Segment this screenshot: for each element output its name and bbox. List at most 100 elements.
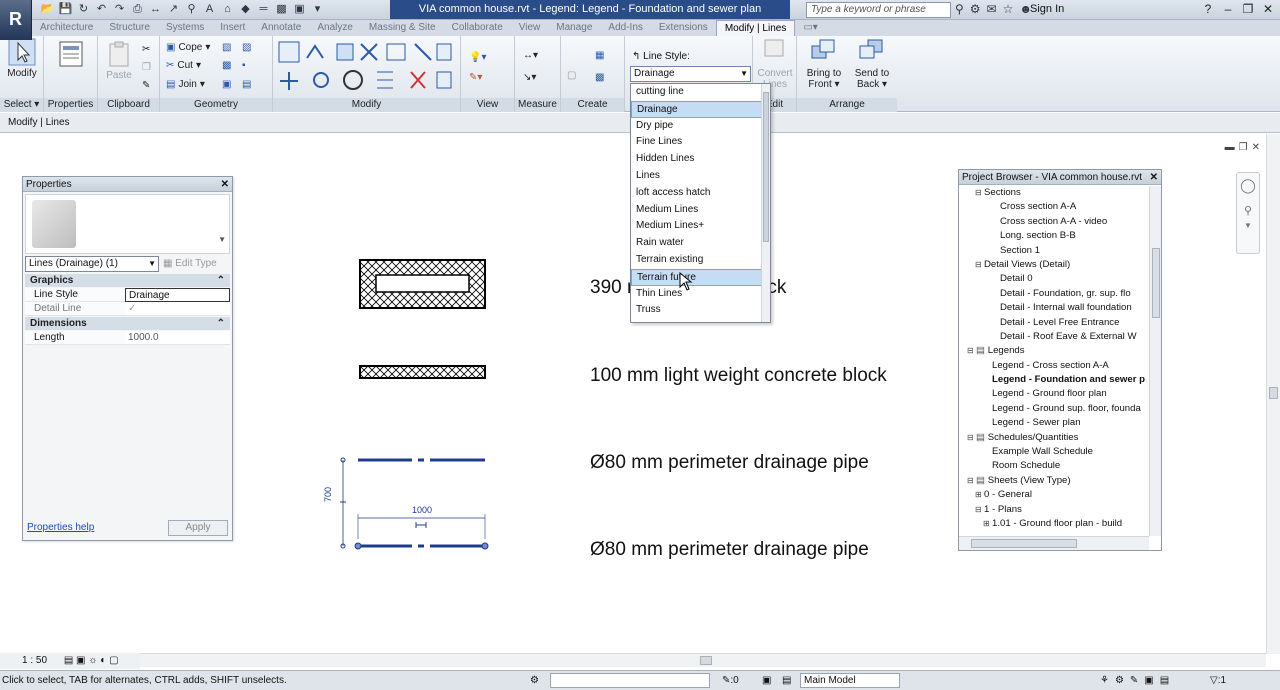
thin-lines-icon[interactable]: ═ [256,2,271,17]
browser-tree-item[interactable]: Long. section B-B [959,229,1149,243]
dimension-icon[interactable]: ↘▾ [523,68,536,86]
line-style-option[interactable]: cutting line [631,84,762,101]
create-similar-icon[interactable]: ▦ [595,46,604,64]
override-graphics-icon[interactable]: ✎▾ [469,68,482,86]
properties-group-dimensions[interactable]: Dimensions ⌃ [25,317,230,330]
detail-level-icon[interactable]: ▤ [64,655,73,666]
customize-qat-icon[interactable]: ▾ [310,2,325,17]
filter-icon[interactable]: ▽:1 [1210,671,1226,690]
collapse-toggle-icon[interactable]: ⊟ [975,258,984,272]
default-3d-icon[interactable]: ⌂ [220,2,235,17]
wall-joins-icon[interactable]: ▧ [222,38,231,56]
match-type-icon[interactable]: ✎ [142,76,150,94]
editable-only-icon[interactable]: ✎:0 [722,671,739,690]
paste-button[interactable]: Paste [102,40,136,81]
browser-tree-item[interactable]: Legend - Foundation and sewer p [959,373,1149,387]
cut-to-clipboard-icon[interactable]: ✂ [142,40,150,58]
browser-tree-item[interactable]: Detail - Internal wall foundation [959,301,1149,315]
join-button[interactable]: ▤ Join ▾ [166,75,205,93]
browser-tree-item[interactable]: Legend - Ground sup. floor, founda [959,402,1149,416]
browser-tree-item[interactable]: ⊟ ▤ Schedules/Quantities [959,431,1149,445]
canvas-vertical-scrollbar[interactable] [1266,134,1280,654]
collapse-toggle-icon[interactable]: ⊟ [967,344,976,358]
close-icon[interactable]: ✕ [221,177,229,192]
select-panel-label[interactable]: Select ▾ [0,98,43,112]
modify-button[interactable]: Modify [4,38,40,79]
redo-icon[interactable]: ↷ [112,2,127,17]
expand-toggle-icon[interactable]: ⊞ [975,488,984,502]
browser-tree-item[interactable]: Legend - Cross section A-A [959,359,1149,373]
tab-add-ins[interactable]: Add-Ins [600,20,650,36]
unjoin-icon[interactable]: ▤ [242,75,251,93]
ribbon-minimize-icon[interactable]: ▭▾ [795,20,825,36]
sign-in-button[interactable]: Sign In [1030,3,1064,15]
line-style-option[interactable]: Medium Lines+ [631,218,762,235]
properties-group-graphics[interactable]: Graphics ⌃ [25,274,230,287]
selection-toggle-icons[interactable]: ⚘⚙✎▣▤ [1100,671,1175,690]
tab-collaborate[interactable]: Collaborate [444,20,511,36]
concrete-block-100-symbol[interactable] [359,365,486,379]
restore-icon[interactable]: ❐ [1240,1,1256,17]
close-hidden-icon[interactable]: ▩ [274,2,289,17]
create-assembly-icon[interactable]: ▩ [595,68,604,86]
expand-toggle-icon[interactable]: ⊞ [983,517,992,531]
crop-icon[interactable]: ▢ [109,655,118,666]
line-style-option[interactable]: Terrain future [631,268,762,286]
line-style-option[interactable]: Fine Lines [631,134,762,151]
collapse-toggle-icon[interactable]: ⊟ [967,431,976,445]
active-workset-select[interactable] [550,673,710,688]
close-icon[interactable]: ✕ [1150,170,1158,185]
browser-tree-item[interactable]: ⊞ 0 - General [959,488,1149,502]
line-style-option[interactable]: Hidden Lines [631,151,762,168]
browser-tree-item[interactable]: Example Wall Schedule [959,445,1149,459]
line-style-dropdown-list[interactable]: cutting line Drainage Dry pipe Fine Lines Hi… [630,83,771,323]
minimize-icon[interactable]: – [1220,1,1236,17]
properties-button[interactable] [48,40,94,70]
text-icon[interactable]: A [202,2,217,17]
tab-modify-lines[interactable]: Modify | Lines [715,20,796,36]
sun-path-icon[interactable]: ☼ [88,655,97,666]
paint-icon[interactable]: ▩ [222,56,231,74]
split-face-icon[interactable]: ▨ [242,38,251,56]
design-option-select[interactable]: Main Model [800,673,900,688]
measure-icon[interactable]: ↔▾ [523,46,538,64]
drainage-pipe-symbol-1[interactable] [340,457,485,463]
browser-tree-item[interactable]: ⊟ ▤ Legends [959,344,1149,358]
tab-insert[interactable]: Insert [212,20,253,36]
browser-tree-item[interactable]: Legend - Ground floor plan [959,387,1149,401]
browser-tree-item[interactable]: ⊞ 1.01 - Ground floor plan - build [959,517,1149,531]
tab-annotate[interactable]: Annotate [253,20,309,36]
undo-icon[interactable]: ↶ [94,2,109,17]
cope-button[interactable]: ▣ Cope ▾ [166,38,210,56]
scale-value[interactable]: 1 : 50 [22,655,47,666]
browser-tree-item[interactable]: Detail 0 [959,272,1149,286]
bring-to-front-button[interactable]: Bring to Front ▾ [801,38,847,90]
aligned-dimension-icon[interactable]: ↗ [166,2,181,17]
browser-tree-item[interactable]: Room Schedule [959,459,1149,473]
print-icon[interactable]: ⎙ [130,2,145,17]
join-geometry-icon[interactable]: ▣ [222,75,231,93]
send-to-back-button[interactable]: Send to Back ▾ [849,38,895,90]
create-group-icon[interactable]: ▢ [567,66,576,84]
line-style-option[interactable]: Truss [631,302,762,319]
binoculars-icon[interactable]: ⚲ [955,2,964,16]
apply-button[interactable]: Apply [168,520,228,536]
browser-tree-item[interactable]: ⊟ 1 - Plans [959,503,1149,517]
sync-icon[interactable]: ↻ [76,2,91,17]
section-icon[interactable]: ◆ [238,2,253,17]
edit-type-button[interactable]: ▦ Edit Type [163,256,217,272]
line-style-option[interactable]: loft access hatch [631,185,762,202]
steering-wheel-icon[interactable]: ◯ [1237,177,1259,194]
browser-tree-item[interactable]: Detail - Roof Eave & External W [959,330,1149,344]
chevron-down-icon[interactable]: ▼ [1237,221,1259,230]
browser-tree-item[interactable]: ⊟ Sections [959,186,1149,200]
favorites-icon[interactable]: ☆ [1003,2,1014,16]
collapse-toggle-icon[interactable]: ⊟ [975,186,984,200]
line-style-value[interactable]: Drainage [125,288,230,302]
exclude-options-icon[interactable]: ▤ [782,671,791,690]
worksets-icon[interactable]: ⚙ [530,671,539,690]
tab-structure[interactable]: Structure [101,20,158,36]
shadows-icon[interactable]: ◐ [100,655,106,666]
save-icon[interactable]: 💾 [58,2,73,17]
canvas-horizontal-scrollbar[interactable] [140,653,1266,667]
